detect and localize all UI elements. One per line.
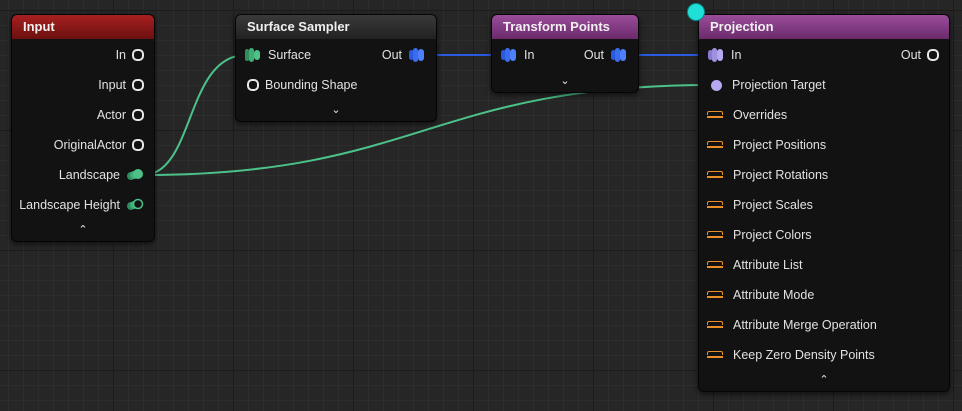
pin-label: Project Positions (733, 138, 827, 152)
surface-sampler-node[interactable]: Surface Sampler Surface Bounding Shape O… (235, 14, 437, 122)
pin-label: In (115, 48, 126, 62)
sampler-pin-out[interactable]: Out (382, 40, 426, 70)
projection-pin-in[interactable]: In (707, 40, 741, 70)
expand-chevron-down-icon[interactable]: ⌄ (236, 101, 436, 119)
projection-param-rotations[interactable]: Project Rotations (707, 160, 828, 190)
input-node-header[interactable]: Input (12, 15, 154, 39)
spatial-pin-filled-icon[interactable] (126, 168, 144, 182)
projection-param-attribute-mode[interactable]: Attribute Mode (707, 280, 814, 310)
input-node[interactable]: Input In Input Actor OriginalActor Lands… (11, 14, 155, 242)
collapse-chevron-up-icon[interactable]: ⌃ (12, 221, 154, 239)
param-pin-icon[interactable] (707, 170, 723, 180)
input-pin-in[interactable]: In (116, 40, 144, 70)
param-pin-icon[interactable] (707, 110, 723, 120)
surface-sampler-header[interactable]: Surface Sampler (236, 15, 436, 39)
pin-label: Actor (96, 108, 126, 122)
debug-marker-icon[interactable] (687, 3, 705, 21)
spatial-pin-empty-icon[interactable] (126, 198, 144, 212)
pin-label: Project Rotations (733, 168, 829, 182)
spatial-pin-icon[interactable] (244, 47, 262, 63)
param-pin-icon[interactable] (707, 290, 723, 300)
sampler-pin-surface[interactable]: Surface (244, 40, 311, 70)
pin-label: Project Colors (733, 228, 812, 242)
transform-points-node[interactable]: Transform Points In Out ⌄ (491, 14, 639, 93)
input-pin-actor[interactable]: Actor (97, 100, 144, 130)
input-pin-landscape[interactable]: Landscape (59, 160, 144, 190)
projection-param-colors[interactable]: Project Colors (707, 220, 812, 250)
param-pin-icon[interactable] (707, 230, 723, 240)
exec-pin-icon[interactable] (927, 49, 939, 61)
wire-landscape-to-surface (142, 54, 247, 176)
param-pin-icon[interactable] (707, 350, 723, 360)
collapse-chevron-up-icon[interactable]: ⌃ (699, 371, 949, 389)
transform-points-header[interactable]: Transform Points (492, 15, 638, 39)
transform-pin-out[interactable]: Out (584, 40, 628, 70)
param-pin-icon[interactable] (707, 140, 723, 150)
pin-label: Projection Target (732, 78, 826, 92)
projection-header[interactable]: Projection (699, 15, 949, 39)
projection-param-scales[interactable]: Project Scales (707, 190, 813, 220)
pin-label: Attribute Mode (733, 288, 815, 302)
pin-label: Attribute List (733, 258, 803, 272)
exec-pin-icon[interactable] (132, 49, 144, 61)
pin-label: Input (98, 78, 126, 92)
point-pin-icon[interactable] (500, 47, 518, 63)
expand-chevron-down-icon[interactable]: ⌄ (492, 72, 638, 90)
param-pin-icon[interactable] (707, 260, 723, 270)
input-pin-original-actor[interactable]: OriginalActor (54, 130, 144, 160)
point-pin-icon[interactable] (610, 47, 628, 63)
param-pin-icon[interactable] (707, 200, 723, 210)
input-pin-landscape-height[interactable]: Landscape Height (19, 190, 144, 220)
pin-label: Attribute Merge Operation (733, 318, 877, 332)
pin-label: Landscape (58, 168, 120, 182)
pin-label: Landscape Height (19, 198, 120, 212)
pin-label: Keep Zero Density Points (733, 348, 875, 362)
pin-label: OriginalActor (53, 138, 126, 152)
pin-label: Out (900, 48, 921, 62)
pin-label: Surface (268, 48, 312, 62)
pin-label: Out (381, 48, 402, 62)
transform-pin-in[interactable]: In (500, 40, 534, 70)
pin-label: Overrides (733, 108, 788, 122)
pin-label: In (731, 48, 742, 62)
pin-label: Bounding Shape (265, 78, 358, 92)
projection-param-attribute-merge[interactable]: Attribute Merge Operation (707, 310, 877, 340)
projection-pin-out[interactable]: Out (901, 40, 939, 70)
exec-pin-icon[interactable] (132, 139, 144, 151)
projection-pin-target[interactable]: Projection Target (707, 70, 826, 100)
point-pin-icon[interactable] (408, 47, 426, 63)
point-pin-icon[interactable] (707, 47, 725, 63)
input-pin-input[interactable]: Input (98, 70, 144, 100)
pin-label: Out (583, 48, 604, 62)
pin-label: Project Scales (733, 198, 813, 212)
exec-pin-icon[interactable] (247, 79, 259, 91)
projection-param-keep-zero-density[interactable]: Keep Zero Density Points (707, 340, 875, 370)
exec-pin-icon[interactable] (132, 109, 144, 121)
pin-label: In (524, 48, 535, 62)
projection-param-attribute-list[interactable]: Attribute List (707, 250, 802, 280)
projection-param-overrides[interactable]: Overrides (707, 100, 787, 130)
projection-param-positions[interactable]: Project Positions (707, 130, 826, 160)
param-pin-icon[interactable] (707, 320, 723, 330)
exec-pin-icon[interactable] (132, 79, 144, 91)
target-pin-icon[interactable] (711, 79, 722, 91)
sampler-pin-bounding-shape[interactable]: Bounding Shape (244, 70, 357, 100)
projection-node[interactable]: Projection In Out Projection Target Over… (698, 14, 950, 392)
